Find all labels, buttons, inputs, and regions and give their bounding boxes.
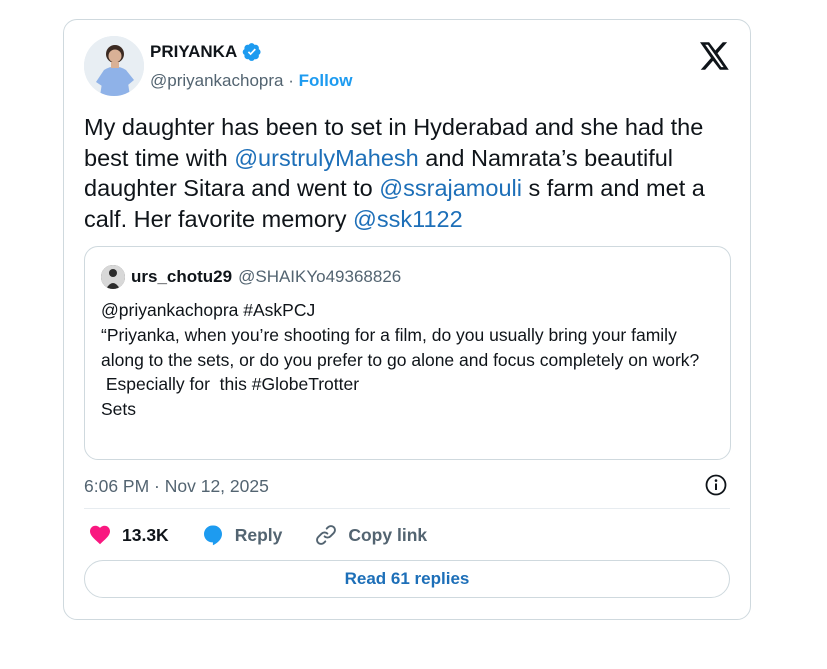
divider [84, 508, 730, 509]
separator-dot: · [288, 71, 294, 90]
copy-link-label: Copy link [348, 524, 428, 545]
author-avatar[interactable] [84, 36, 144, 96]
quoted-tweet[interactable]: urs_chotu29 @SHAIKYo49368826 @priyankach… [84, 246, 731, 460]
copy-link-button[interactable]: Copy link [314, 523, 427, 547]
author-display-name[interactable]: PRIYANKA [150, 42, 237, 62]
follow-button[interactable]: Follow [299, 71, 353, 90]
author-handle[interactable]: @priyankachopra [150, 71, 284, 90]
reply-button[interactable]: Reply [201, 523, 283, 547]
like-count: 13.3K [122, 524, 169, 545]
reply-bubble-icon [203, 525, 222, 546]
mention-link[interactable]: @ssrajamouli [379, 175, 522, 201]
quoted-author-handle: @SHAIKYo49368826 [238, 267, 402, 286]
tweet-timestamp[interactable]: 6:06 PM · Nov 12, 2025 [84, 476, 269, 497]
mention-link[interactable]: @ssk1122 [353, 206, 463, 232]
tweet-card: PRIYANKA @priyankachopra · Follow My dau… [63, 19, 751, 620]
tweet-text: My daughter has been to set in Hyderabad… [84, 112, 734, 234]
heart-icon [90, 525, 110, 545]
quoted-author-avatar [101, 265, 125, 289]
tweet-header: PRIYANKA @priyankachopra · Follow [84, 36, 730, 98]
reply-label: Reply [234, 524, 283, 545]
read-replies-button[interactable]: Read 61 replies [84, 560, 730, 598]
x-logo-icon[interactable] [700, 42, 730, 70]
author-names: PRIYANKA @priyankachopra · Follow [150, 42, 352, 91]
action-bar: 13.3K Reply Copy link [88, 520, 459, 550]
info-icon[interactable] [704, 473, 728, 497]
mention-link[interactable]: @urstrulyMahesh [234, 145, 419, 171]
like-button[interactable]: 13.3K [88, 523, 169, 547]
verified-badge-icon [242, 42, 262, 62]
quoted-tweet-text: @priyankachopra #AskPCJ “Priyanka, when … [101, 300, 700, 420]
link-icon [316, 525, 337, 545]
quoted-author-name: urs_chotu29 [131, 267, 233, 286]
